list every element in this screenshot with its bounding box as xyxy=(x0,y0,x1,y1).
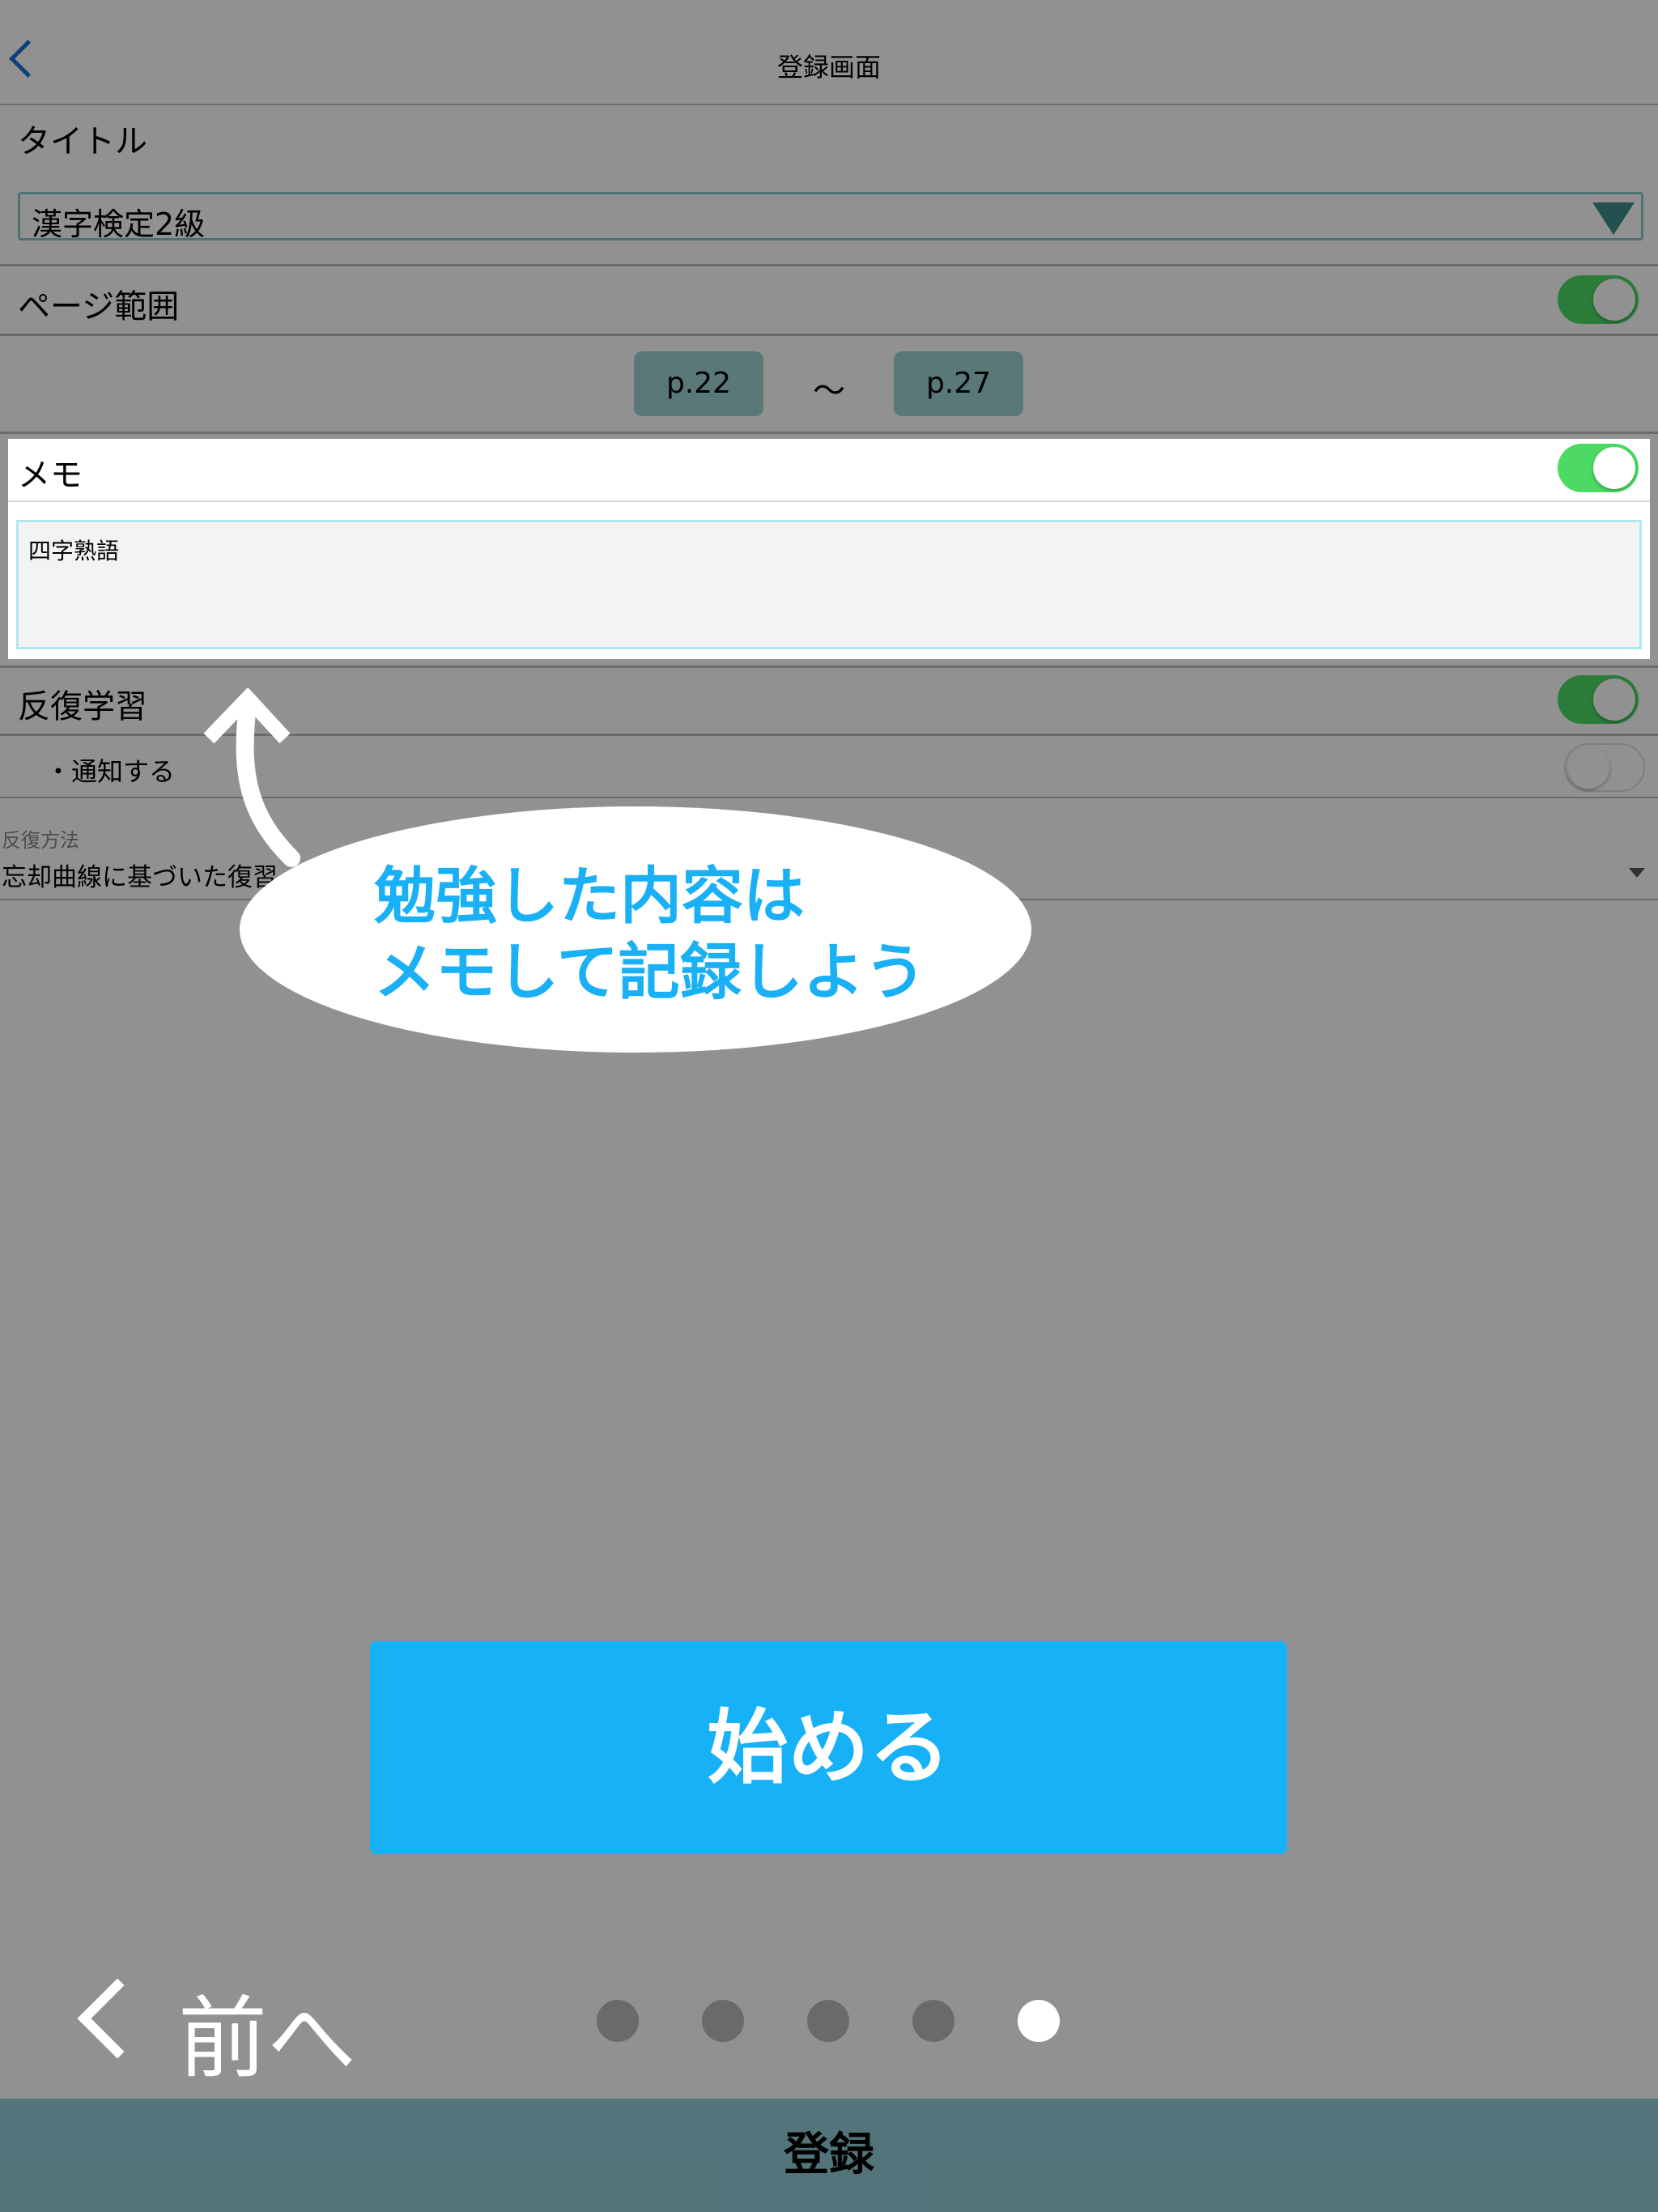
page-dot[interactable] xyxy=(597,2000,639,2042)
curved-arrow-icon xyxy=(203,688,300,867)
memo-textarea[interactable]: 四字熟語 xyxy=(16,520,1642,649)
start-button[interactable]: 始める xyxy=(370,1641,1287,1854)
memo-label: メモ xyxy=(18,457,83,494)
dim-overlay-left xyxy=(0,439,8,659)
bubble-line-2: メモして記録しよう xyxy=(374,936,926,1008)
page-dot[interactable] xyxy=(702,2000,744,2042)
toggle-knob xyxy=(1593,447,1635,489)
divider xyxy=(8,500,1650,502)
memo-toggle[interactable] xyxy=(1558,444,1639,492)
memo-text: 四字熟語 xyxy=(28,538,120,564)
bubble-text: 勉強した内容は メモして記録しよう xyxy=(374,858,926,1010)
dim-overlay-top xyxy=(0,0,1658,439)
dim-overlay-right xyxy=(1650,439,1658,659)
bubble-line-1: 勉強した内容は xyxy=(374,860,805,932)
page-dot[interactable] xyxy=(912,2000,954,2042)
previous-label: 前へ xyxy=(178,1987,356,2091)
page-dot-active[interactable] xyxy=(1018,2000,1060,2042)
start-button-label: 始める xyxy=(707,1700,950,1795)
page-dot[interactable] xyxy=(807,2000,849,2042)
